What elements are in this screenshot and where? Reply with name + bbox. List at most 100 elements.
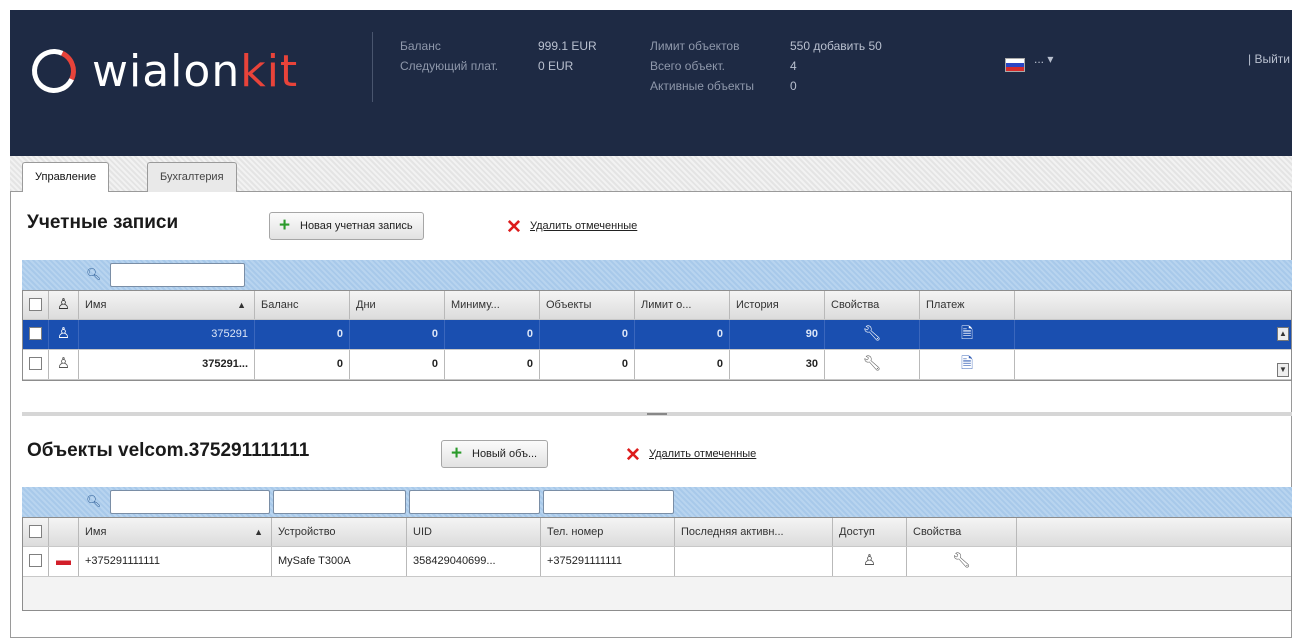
wrench-icon[interactable]: 🔧︎ [825, 320, 920, 349]
col-last-active[interactable]: Последняя активн... [675, 518, 833, 546]
language-value: ... [1034, 52, 1045, 66]
new-account-button[interactable]: + Новая учетная запись [269, 212, 424, 240]
col-phone[interactable]: Тел. номер [541, 518, 675, 546]
total-label: Всего объект. [650, 59, 726, 73]
user-icon: ♙ [49, 350, 79, 379]
table-row[interactable]: ♙ 375291 0 0 0 0 0 90 🔧︎ 🗎 [23, 320, 1291, 350]
balance-label: Баланс [400, 39, 441, 53]
device-filter-input[interactable] [273, 490, 406, 514]
cell-name: +375291111111 [79, 547, 272, 576]
row-checkbox[interactable] [23, 320, 49, 349]
scroll-up-button[interactable]: ▲ [1277, 327, 1289, 341]
accounts-filter-bar: 🔍︎ [22, 260, 1292, 290]
cell-balance: 0 [255, 350, 350, 379]
language-dropdown[interactable]: ... ▾ [1034, 52, 1053, 66]
logo-ring-icon [25, 42, 83, 100]
col-properties[interactable]: Свойства [907, 518, 1017, 546]
accounts-table-header: ♙ Имя ▲ Баланс Дни Миниму... Объекты Лими… [23, 291, 1291, 320]
logout-link[interactable]: | Выйти [1248, 52, 1290, 66]
col-name-label: Имя [85, 526, 107, 538]
cell-last-active [675, 547, 833, 576]
chevron-down-icon: ▾ [1047, 52, 1054, 66]
accounts-title: Учетные записи [27, 212, 179, 233]
col-minimum[interactable]: Миниму... [445, 291, 540, 319]
new-object-button[interactable]: + Новый объ... [441, 440, 549, 468]
tab-accounting[interactable]: Бухгалтерия [147, 162, 237, 192]
new-account-label: Новая учетная запись [300, 220, 413, 232]
delete-selected-accounts-link[interactable]: ✕ Удалить отмеченные [506, 217, 637, 238]
next-payment-label: Следующий плат. [400, 59, 499, 73]
col-balance[interactable]: Баланс [255, 291, 350, 319]
cell-minimum: 0 [445, 320, 540, 349]
accounts-table: ♙ Имя ▲ Баланс Дни Миниму... Объекты Лими… [22, 290, 1292, 381]
col-payment[interactable]: Платеж [920, 291, 1015, 319]
document-icon[interactable]: 🗎 [920, 320, 1015, 349]
col-name[interactable]: Имя ▲ [79, 291, 255, 319]
tab-management[interactable]: Управление [22, 162, 110, 193]
total-value: 4 [790, 59, 797, 73]
col-limit[interactable]: Лимит о... [635, 291, 730, 319]
balance-value: 999.1 EUR [538, 39, 597, 53]
table-row[interactable]: ♙ 375291... 0 0 0 0 0 30 🔧︎ 🗎 [23, 350, 1291, 380]
cell-objects: 0 [540, 350, 635, 379]
col-history[interactable]: История [730, 291, 825, 319]
tab-bar: Управление Бухгалтерия [10, 156, 1292, 193]
sort-asc-icon: ▲ [237, 300, 246, 310]
table-row[interactable]: ▬ +375291111111 MySafe T300A 35842904069… [23, 547, 1291, 577]
user-icon: ♙ [49, 291, 79, 319]
objects-title: Объекты velcom.375291111111 [27, 440, 310, 461]
col-access[interactable]: Доступ [833, 518, 907, 546]
car-icon: ▬ [49, 547, 79, 576]
delete-objects-label: Удалить отмеченные [649, 448, 757, 460]
next-payment-value: 0 EUR [538, 59, 574, 73]
header-type-column [49, 518, 79, 546]
cell-days: 0 [350, 350, 445, 379]
plus-icon: + [451, 443, 463, 464]
panel-splitter[interactable] [22, 412, 1292, 416]
objects-table-header: Имя ▲ Устройство UID Тел. номер Последняя… [23, 518, 1291, 547]
delete-selected-objects-link[interactable]: ✕ Удалить отмеченные [625, 445, 757, 466]
header-select-all-checkbox[interactable] [23, 291, 49, 319]
search-icon: 🔍︎ [86, 267, 102, 281]
objects-empty-area [22, 577, 1292, 611]
phone-filter-input[interactable] [543, 490, 674, 514]
header-separator [372, 32, 373, 102]
logo-text-main: wialon [92, 45, 241, 97]
object-name-filter-input[interactable] [110, 490, 270, 514]
objects-filter-bar: 🔍︎ [22, 487, 1292, 517]
sort-asc-icon: ▲ [254, 527, 263, 537]
cell-name: 375291... [79, 350, 255, 379]
balance-labels: Баланс Следующий плат. [400, 36, 498, 76]
plus-icon: + [279, 215, 291, 236]
col-name[interactable]: Имя ▲ [79, 518, 272, 546]
wrench-icon[interactable]: 🔧︎ [907, 547, 1017, 576]
active-label: Активные объекты [650, 79, 755, 93]
active-value: 0 [790, 79, 797, 93]
uid-filter-input[interactable] [409, 490, 540, 514]
cell-device: MySafe T300A [272, 547, 407, 576]
search-icon: 🔍︎ [86, 494, 102, 508]
user-key-icon[interactable]: ♙ [833, 547, 907, 576]
col-properties[interactable]: Свойства [825, 291, 920, 319]
col-device[interactable]: Устройство [272, 518, 407, 546]
wrench-icon[interactable]: 🔧︎ [825, 350, 920, 379]
logo-text-kit: kit [240, 45, 299, 97]
russian-flag-icon[interactable] [1005, 58, 1025, 72]
delete-x-icon: ✕ [506, 217, 522, 238]
user-icon: ♙ [49, 320, 79, 349]
accounts-search-input[interactable] [110, 263, 245, 287]
cell-balance: 0 [255, 320, 350, 349]
limit-value[interactable]: 550 добавить 50 [790, 36, 882, 56]
col-uid[interactable]: UID [407, 518, 541, 546]
delete-x-icon: ✕ [625, 445, 641, 466]
scroll-down-button[interactable]: ▼ [1277, 363, 1289, 377]
document-icon[interactable]: 🗎 [920, 350, 1015, 379]
col-objects[interactable]: Объекты [540, 291, 635, 319]
header-select-all-checkbox[interactable] [23, 518, 49, 546]
cell-history: 30 [730, 350, 825, 379]
col-days[interactable]: Дни [350, 291, 445, 319]
cell-history: 90 [730, 320, 825, 349]
row-checkbox[interactable] [23, 350, 49, 379]
limit-values: 550 добавить 50 4 0 [790, 36, 882, 96]
row-checkbox[interactable] [23, 547, 49, 576]
